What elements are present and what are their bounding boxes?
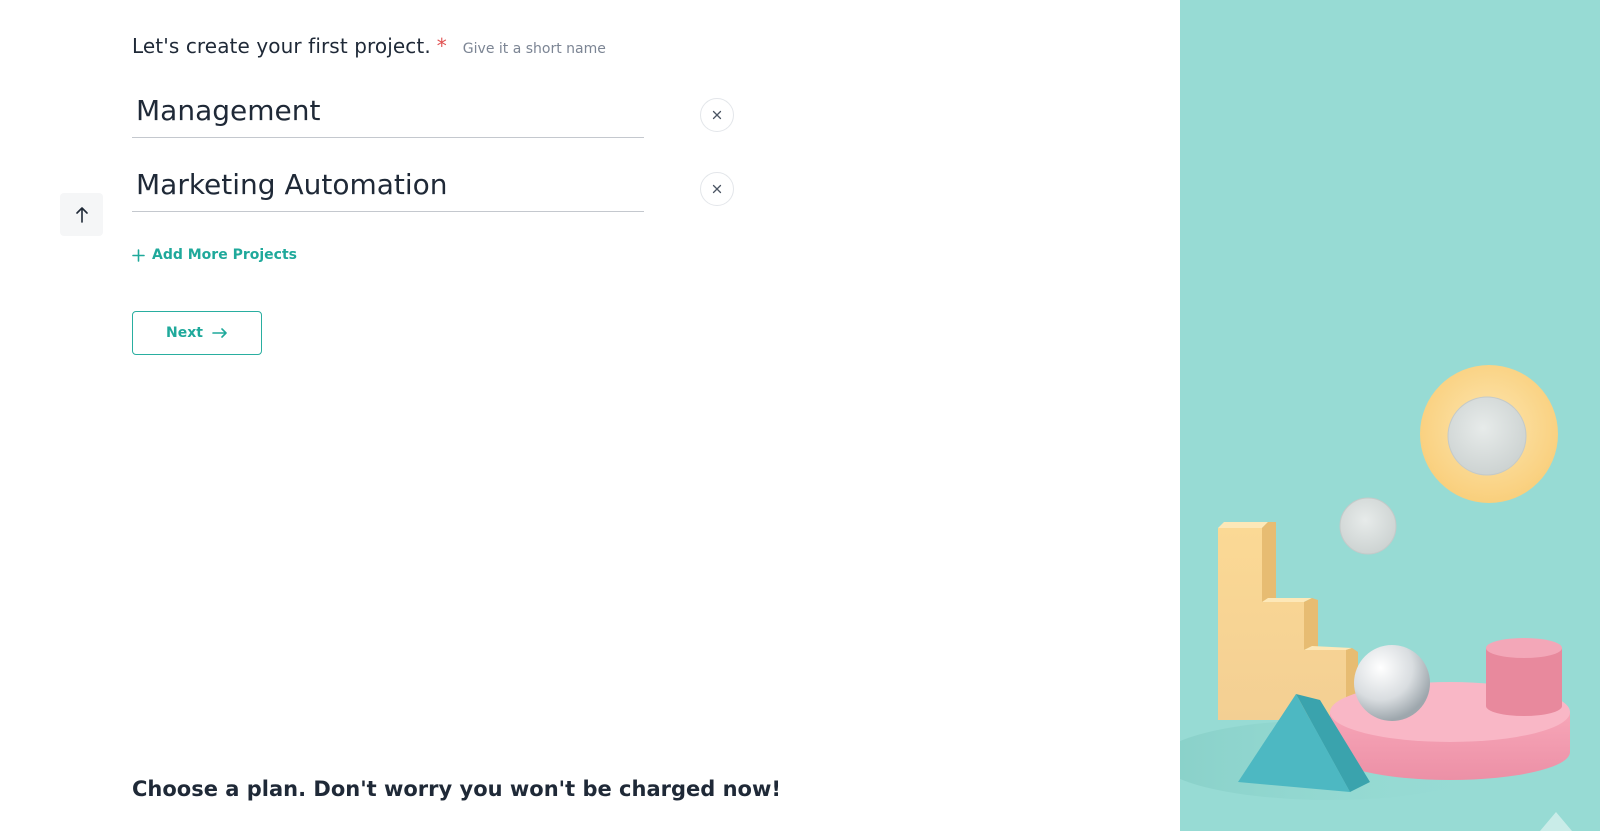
- white-sphere: [1354, 645, 1430, 721]
- remove-project-button[interactable]: [700, 172, 734, 206]
- question-header: Let's create your first project. * Give …: [132, 34, 606, 58]
- required-marker: *: [436, 34, 447, 58]
- remove-project-button[interactable]: [700, 98, 734, 132]
- add-more-projects-link[interactable]: Add More Projects: [132, 247, 297, 263]
- question-hint: Give it a short name: [462, 41, 606, 57]
- grey-disc: [1447, 396, 1527, 476]
- close-icon: [712, 110, 722, 120]
- plus-icon: [132, 248, 145, 262]
- next-label: Next: [166, 325, 203, 341]
- question-text: Let's create your first project.: [132, 34, 431, 58]
- decorative-illustration-panel: [1180, 0, 1600, 831]
- project-row: [132, 84, 734, 140]
- scroll-up-button[interactable]: [60, 193, 103, 236]
- stepped-block: [1218, 522, 1358, 720]
- arrow-up-icon: [75, 206, 88, 223]
- form-area: Let's create your first project. * Give …: [0, 0, 1180, 831]
- add-more-label: Add More Projects: [152, 247, 297, 263]
- plan-heading: Choose a plan. Don't worry you won't be …: [132, 777, 781, 801]
- project-name-input[interactable]: [132, 84, 644, 138]
- pink-cylinder: [1486, 638, 1562, 716]
- geometric-shapes-illustration: [1180, 365, 1572, 831]
- project-row: [132, 158, 734, 214]
- project-name-input[interactable]: [132, 158, 644, 212]
- arrow-right-icon: [212, 328, 227, 338]
- close-icon: [712, 184, 722, 194]
- small-grey-disc: [1339, 497, 1397, 555]
- next-button[interactable]: Next: [132, 311, 262, 355]
